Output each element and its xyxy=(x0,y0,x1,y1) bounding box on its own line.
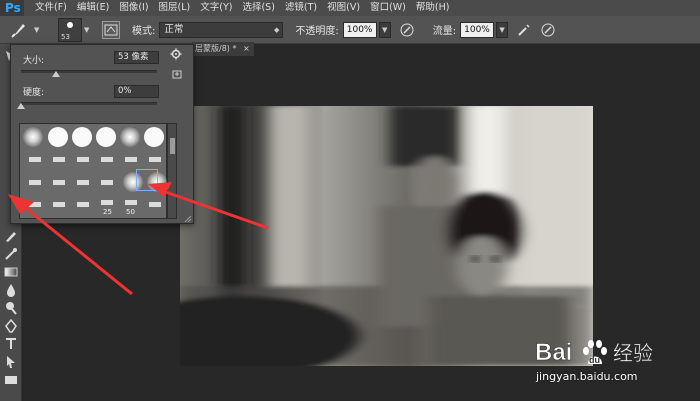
blur-tool-icon[interactable] xyxy=(3,282,19,298)
size-input[interactable]: 53 像素 xyxy=(114,51,159,64)
brush-tip-icon[interactable] xyxy=(101,180,113,185)
type-tool-icon[interactable] xyxy=(3,336,19,352)
pen-tool-icon[interactable] xyxy=(3,318,19,334)
brush-tip-icon xyxy=(67,21,73,28)
hard-round-brush-icon[interactable] xyxy=(96,127,116,147)
flow-dropdown-button[interactable]: ▼ xyxy=(496,21,509,38)
preset-size-label: 25 xyxy=(103,208,112,216)
hard-round-brush-icon[interactable] xyxy=(144,127,164,147)
menu-image[interactable]: 图像(I) xyxy=(114,0,153,16)
canvas-image[interactable] xyxy=(180,106,593,366)
baidu-watermark: Bai du 经验 xyxy=(533,330,663,374)
chevron-down-icon[interactable]: ▼ xyxy=(34,20,42,40)
size-slider-thumb[interactable] xyxy=(52,71,61,77)
blend-mode-value: 正常 xyxy=(164,23,184,35)
mode-label: 模式: xyxy=(132,26,156,37)
menu-file[interactable]: 文件(F) xyxy=(30,0,72,16)
document-tab[interactable]: 层蒙版/8) * × xyxy=(192,42,254,56)
brush-tool-preset-icon[interactable] xyxy=(6,19,32,41)
preset-size-label: 50 xyxy=(126,208,135,216)
watermark-brand: Bai xyxy=(535,339,572,366)
hardness-input[interactable]: 0% xyxy=(114,85,159,98)
watermark-paw-text: du xyxy=(589,355,600,365)
menu-edit[interactable]: 编辑(E) xyxy=(72,0,114,16)
watermark-url: jingyan.baidu.com xyxy=(536,370,638,383)
toggle-brush-panel-button[interactable] xyxy=(102,20,120,39)
brush-tool-icon[interactable] xyxy=(3,228,19,244)
opacity-input[interactable]: 100% xyxy=(342,21,377,38)
brush-preset-picker[interactable]: 53 xyxy=(58,17,82,42)
soft-round-brush-icon[interactable] xyxy=(120,127,140,147)
gear-icon[interactable] xyxy=(170,48,186,62)
brush-tip-icon[interactable] xyxy=(53,180,65,185)
brush-tip-icon[interactable] xyxy=(125,157,137,162)
watermark-service: 经验 xyxy=(613,341,653,365)
path-selection-tool-icon[interactable] xyxy=(3,354,19,370)
brush-tip-icon[interactable] xyxy=(125,200,137,205)
airbrush-icon[interactable] xyxy=(516,22,532,38)
options-bar: ▼ 53 ▼ 模式: 正常 ◆ 不透明度: 100% ▼ 流量: 100% ▼ xyxy=(0,16,700,44)
blend-mode-select[interactable]: 正常 ◆ xyxy=(159,21,284,38)
document-tab-title: 层蒙版/8) * xyxy=(195,44,237,53)
dodge-tool-icon[interactable] xyxy=(3,300,19,316)
paw-icon: du xyxy=(583,340,607,365)
brush-tip-icon[interactable] xyxy=(29,202,41,207)
brush-tip-icon[interactable] xyxy=(149,202,161,207)
hardness-label: 硬度: xyxy=(23,88,45,98)
flow-label: 流量: xyxy=(432,26,457,37)
gradient-tool-icon[interactable] xyxy=(3,264,19,280)
soft-round-brush-icon[interactable] xyxy=(23,127,43,147)
brush-tip-icon[interactable] xyxy=(101,157,113,162)
resize-grip-icon[interactable] xyxy=(184,213,192,223)
menu-filter[interactable]: 滤镜(T) xyxy=(280,0,322,16)
scrollbar-thumb[interactable] xyxy=(170,138,175,154)
pressure-size-icon[interactable] xyxy=(540,22,556,38)
menu-select[interactable]: 选择(S) xyxy=(237,0,279,16)
brush-tip-icon[interactable] xyxy=(149,157,161,162)
hardness-slider[interactable] xyxy=(21,102,157,105)
menu-type[interactable]: 文字(Y) xyxy=(195,0,237,16)
size-slider[interactable] xyxy=(21,70,157,73)
pressure-opacity-icon[interactable] xyxy=(399,22,415,38)
brush-tip-icon[interactable] xyxy=(29,180,41,185)
chevron-down-icon[interactable]: ▼ xyxy=(84,20,92,40)
hard-round-brush-icon[interactable] xyxy=(48,127,68,147)
brush-tip-icon[interactable] xyxy=(53,157,65,162)
brush-tip-icon[interactable] xyxy=(77,180,89,185)
preset-scrollbar[interactable] xyxy=(167,123,177,219)
opacity-label: 不透明度: xyxy=(295,26,339,37)
brush-tip-icon[interactable] xyxy=(77,157,89,162)
new-preset-icon[interactable] xyxy=(172,69,182,79)
brush-tip-icon[interactable] xyxy=(53,202,65,207)
chevron-updown-icon: ◆ xyxy=(273,25,280,34)
rectangle-tool-icon[interactable] xyxy=(3,372,19,388)
brush-preset-panel: 大小: 53 像素 硬度: 0% 25 50 xyxy=(10,44,194,224)
opacity-dropdown-button[interactable]: ▼ xyxy=(378,21,391,38)
menu-bar: Ps 文件(F) 编辑(E) 图像(I) 图层(L) 文字(Y) 选择(S) 滤… xyxy=(0,0,700,16)
menu-view[interactable]: 视图(V) xyxy=(322,0,365,16)
brush-tip-icon[interactable] xyxy=(29,157,41,162)
hardness-slider-thumb[interactable] xyxy=(17,103,25,109)
hard-round-brush-icon[interactable] xyxy=(72,127,92,147)
photoshop-logo: Ps xyxy=(0,0,24,16)
menu-layer[interactable]: 图层(L) xyxy=(154,0,196,16)
selected-brush-highlight xyxy=(136,169,158,191)
menu-window[interactable]: 窗口(W) xyxy=(365,0,411,16)
flow-input[interactable]: 100% xyxy=(460,21,495,38)
history-brush-tool-icon[interactable] xyxy=(3,246,19,262)
size-label: 大小: xyxy=(23,56,45,66)
brush-tip-icon[interactable] xyxy=(101,200,113,205)
brush-tip-icon[interactable] xyxy=(77,202,89,207)
menu-help[interactable]: 帮助(H) xyxy=(411,0,455,16)
brush-size-readout: 53 xyxy=(61,32,70,41)
close-icon[interactable]: × xyxy=(243,44,250,53)
